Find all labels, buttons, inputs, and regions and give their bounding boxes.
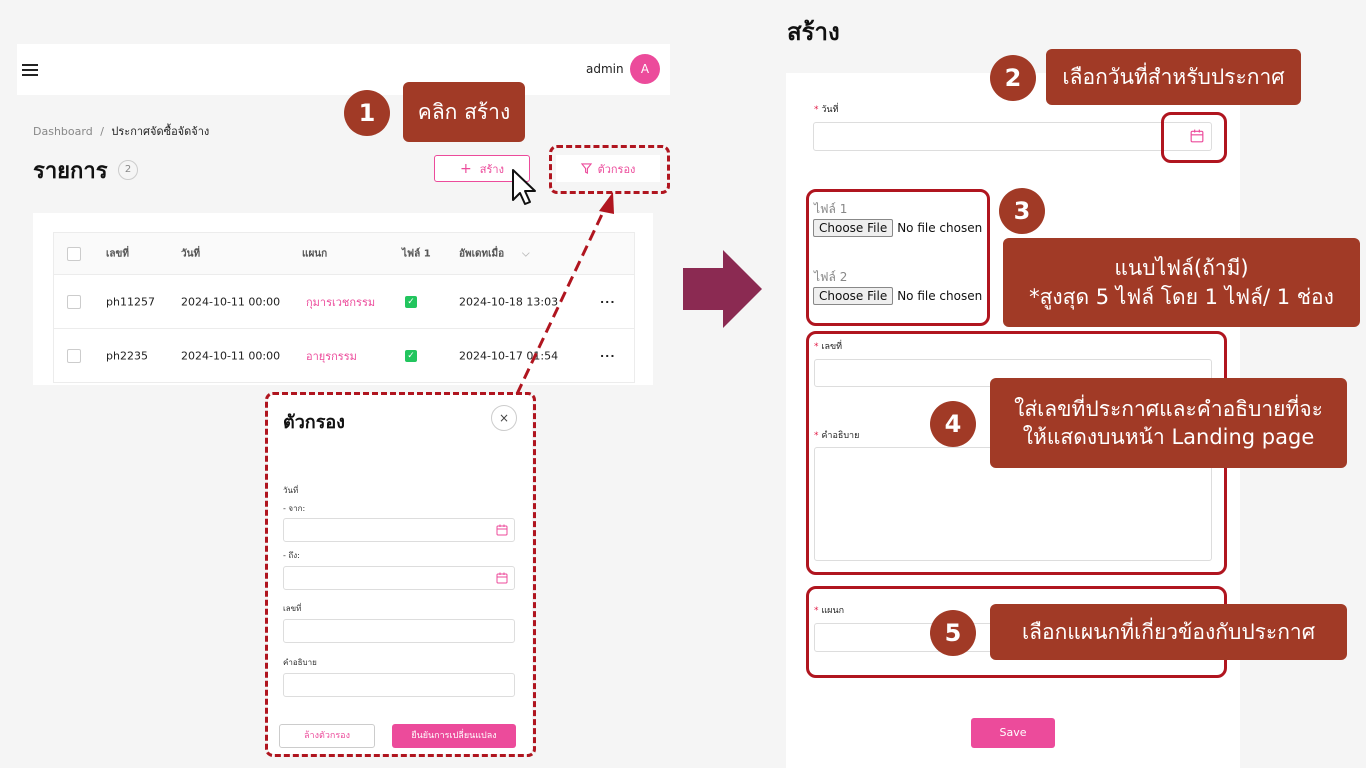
step-4-badge: 4: [930, 401, 976, 447]
date-label-text: วันที่: [821, 105, 839, 115]
column-header-date[interactable]: วันที่: [181, 246, 200, 261]
plus-icon: +: [460, 160, 472, 177]
file-present-check-icon: ✓: [405, 295, 417, 308]
step-4-callout: ใส่เลขที่ประกาศและคำอธิบายที่จะ ให้แสดงบ…: [990, 378, 1347, 468]
filter-modal-highlight: [265, 392, 536, 757]
step-2-badge: 2: [990, 55, 1036, 101]
step-1-badge: 1: [344, 90, 390, 136]
step-5-callout: เลือกแผนกที่เกี่ยวข้องกับประกาศ: [990, 604, 1347, 660]
page-title: รายการ: [33, 159, 108, 184]
row-date: 2024-10-11 00:00: [181, 349, 281, 362]
hamburger-menu-icon[interactable]: [22, 64, 38, 76]
create-button-label: สร้าง: [479, 162, 504, 176]
column-header-department[interactable]: แผนก: [302, 246, 327, 261]
create-page-title: สร้าง: [787, 18, 840, 46]
step-1-callout: คลิก สร้าง: [403, 82, 525, 142]
row-number: ph2235: [106, 349, 148, 362]
step-5-badge: 5: [930, 610, 976, 656]
filter-button-highlight: [549, 145, 670, 194]
user-name: admin: [586, 62, 624, 76]
breadcrumb: Dashboard / ประกาศจัดซื้อจัดจ้าง: [33, 122, 209, 140]
save-button[interactable]: Save: [971, 718, 1055, 748]
row-date: 2024-10-11 00:00: [181, 295, 281, 308]
row-department: กุมารเวชกรรม: [306, 295, 376, 309]
step-3-callout: แนบไฟล์(ถ้ามี) *สูงสุด 5 ไฟล์ โดย 1 ไฟล์…: [1003, 238, 1360, 327]
files-highlight: [806, 189, 990, 326]
step-3-badge: 3: [999, 188, 1045, 234]
count-badge: 2: [118, 160, 138, 180]
step-4-line2: ให้แสดงบนหน้า Landing page: [1022, 425, 1315, 449]
date-label: * วันที่: [814, 102, 839, 116]
row-checkbox[interactable]: [67, 348, 81, 363]
row-department: อายุรกรรม: [306, 349, 357, 363]
column-header-updated[interactable]: อัพเดทเมื่อ: [459, 246, 504, 261]
step-2-callout: เลือกวันที่สำหรับประกาศ: [1046, 49, 1301, 105]
required-mark: *: [814, 105, 819, 115]
breadcrumb-separator: /: [100, 125, 104, 138]
breadcrumb-current: ประกาศจัดซื้อจัดจ้าง: [111, 125, 210, 138]
column-header-file1[interactable]: ไฟล์ 1: [402, 246, 431, 261]
breadcrumb-root[interactable]: Dashboard: [33, 125, 93, 138]
step-3-line2: *สูงสุด 5 ไฟล์ โดย 1 ไฟล์/ 1 ช่อง: [1029, 284, 1334, 309]
top-bar: [17, 44, 670, 95]
row-checkbox[interactable]: [67, 294, 81, 309]
date-input[interactable]: [813, 122, 1212, 151]
row-number: ph11257: [106, 295, 155, 308]
pointer-arrow-icon: [515, 192, 614, 395]
step-3-line1: แนบไฟล์(ถ้ามี): [1114, 256, 1249, 281]
next-step-arrow-icon: [683, 250, 762, 328]
column-header-number[interactable]: เลขที่: [106, 246, 129, 261]
step-4-line1: ใส่เลขที่ประกาศและคำอธิบายที่จะ: [1014, 396, 1323, 421]
calendar-highlight: [1161, 112, 1227, 163]
file-present-check-icon: ✓: [405, 349, 417, 362]
avatar[interactable]: A: [630, 54, 660, 84]
select-all-checkbox[interactable]: [67, 246, 81, 261]
